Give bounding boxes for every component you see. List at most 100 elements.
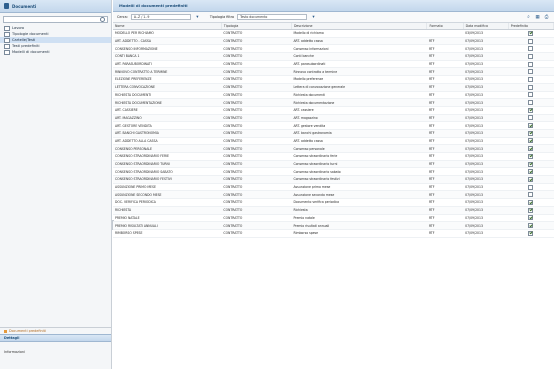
toolbar: Cerca: A..Z / 1..9 ▾ Tipologia filtro Te…	[113, 12, 554, 23]
default-checkbox[interactable]	[528, 123, 534, 129]
table-row[interactable]: CONTI BANCA 1 CONTRATTO Conti banche RTF 07/…	[113, 52, 554, 61]
details-panel-text: Informazioni	[4, 350, 26, 354]
search-icon[interactable]	[100, 17, 105, 22]
table-row[interactable]: CONSENSO INFORMAZIONE CONTRATTO Consenso i…	[113, 44, 554, 54]
default-checkbox[interactable]	[528, 138, 534, 144]
default-checkbox[interactable]	[528, 100, 534, 106]
tree-item-modelli[interactable]: Modelli di documenti	[0, 49, 111, 55]
default-checkbox[interactable]	[528, 115, 534, 121]
table-row[interactable]: ART. MAGAZZINO CONTRATTO ART. magazzino RTF…	[113, 114, 554, 123]
table-row[interactable]: ART. CASSIERE CONTRATTO ART. cassiere RTF 07…	[113, 106, 554, 115]
default-checkbox[interactable]	[528, 107, 534, 113]
cell-default	[508, 229, 554, 238]
default-checkbox[interactable]	[528, 30, 534, 36]
cell-format: RTF	[426, 60, 464, 69]
search-icon[interactable]: ⌕	[525, 14, 532, 20]
cell-description: Lettera di convocazione generale	[291, 83, 427, 92]
search-label: Cerca:	[117, 15, 128, 19]
table-row[interactable]: RINNOVO CONTRATTO A TERMINE CONTRATTO Rinn…	[113, 67, 554, 77]
table-row[interactable]: ART. ADDETTO - CASSA CONTRATTO ART. addett…	[113, 37, 554, 46]
sidebar-search[interactable]	[3, 16, 108, 23]
cell-default	[508, 160, 554, 169]
cell-description: ART. banchi gastronomia	[291, 129, 427, 138]
cell-default	[508, 144, 554, 153]
table-row[interactable]: ART. ADDETTO ALLA CASSA CONTRATTO ART. add…	[113, 137, 554, 146]
default-checkbox[interactable]	[528, 130, 534, 136]
cell-default	[508, 98, 554, 107]
default-checkbox[interactable]	[528, 153, 534, 159]
cell-format: RTF	[426, 67, 464, 77]
default-checkbox[interactable]	[528, 207, 534, 213]
table-row[interactable]: PREMIO NATALE CONTRATTO Premio natale RTF 07…	[113, 214, 554, 223]
cell-name: ASSUNZIONE SECONDO MESE	[113, 190, 222, 200]
cell-date: 07/09/2013	[463, 221, 509, 230]
tree-item-label: Modelli di documenti	[12, 50, 50, 54]
print-icon[interactable]: ⎙	[543, 14, 550, 20]
table-row[interactable]: LETTERA CONVOCAZIONE CONTRATTO Lettera di …	[113, 83, 554, 92]
default-checkbox[interactable]	[528, 61, 534, 67]
cell-default	[508, 44, 554, 54]
table-row[interactable]: CONSENSO STRAORDINARIO TURNI CONTRATTO Con…	[113, 160, 554, 169]
default-checkbox[interactable]	[528, 84, 534, 90]
cell-format: RTF	[426, 98, 464, 107]
sidebar-search-input[interactable]	[7, 17, 87, 22]
cell-type: CONTRATTO	[221, 60, 292, 69]
folder-icon	[4, 31, 10, 37]
default-checkbox[interactable]	[528, 169, 534, 175]
table-row[interactable]: CONSENSO PERSONALE CONTRATTO Consenso pers…	[113, 144, 554, 153]
filter-field[interactable]: Testo documento	[237, 14, 308, 20]
table-row[interactable]: ART. BANCHI GASTRONOMIA CONTRATTO ART. ban…	[113, 129, 554, 138]
default-checkbox[interactable]	[528, 92, 534, 98]
cell-name: CONSENSO STRAORDINARIO FERIE	[113, 152, 222, 161]
table-row[interactable]: MODELLO PER RICHIAMO CONTRATTO Modello di …	[113, 29, 554, 38]
table-row[interactable]: PREMIO RISULTATI ANNUALI CONTRATTO Premio …	[113, 221, 554, 230]
cell-format: RTF	[426, 137, 464, 146]
default-checkbox[interactable]	[528, 192, 534, 198]
cell-default	[508, 152, 554, 161]
default-checkbox[interactable]	[528, 223, 534, 229]
table-row[interactable]: CONSENSO STRAORDINARIO FERIE CONTRATTO Con…	[113, 152, 554, 161]
default-checkbox[interactable]	[528, 46, 534, 52]
table-row[interactable]: CONSENSO STRAORDINARIO SABATO CONTRATTO Co…	[113, 167, 554, 177]
cell-format: RTF	[426, 114, 464, 123]
table-row[interactable]: RICHIESTA DOCUMENTAZIONE CONTRATTO Richies…	[113, 98, 554, 107]
table-row[interactable]: ASSUNZIONE PRIMO MESE CONTRATTO Assunzione…	[113, 183, 554, 192]
table-row[interactable]: DOC. VERIFICA PERIODICA CONTRATTO Document…	[113, 198, 554, 207]
cell-default	[508, 190, 554, 200]
cell-description: Richiesta documentazione	[291, 98, 427, 107]
default-checkbox[interactable]	[528, 53, 534, 59]
sidebar-bottom-link[interactable]: Documenti predefiniti	[0, 327, 111, 334]
table-row[interactable]: RICHIESTA CONTRATTO Richiesta RTF 07/09/2013	[113, 206, 554, 215]
cell-description: ART. addetto cassa	[291, 37, 427, 46]
default-checkbox[interactable]	[528, 184, 534, 190]
table-row[interactable]: RICHIESTA DOCUMENTI CONTRATTO Richiesta do…	[113, 91, 554, 100]
default-checkbox[interactable]	[528, 176, 534, 182]
search-field[interactable]: A..Z / 1..9	[130, 14, 191, 20]
default-checkbox[interactable]	[528, 215, 534, 221]
table-row[interactable]: ELEZIONE PREFERENZE CONTRATTO Modello pref…	[113, 75, 554, 84]
table-row[interactable]: RIMBORSO SPESE CONTRATTO Rimborso spese RTF…	[113, 229, 554, 238]
export-icon[interactable]: ▦	[534, 14, 541, 20]
default-checkbox[interactable]	[528, 230, 534, 236]
cell-default	[508, 52, 554, 61]
table-row[interactable]: ART. PARASUBORDINATI CONTRATTO ART. parasu…	[113, 60, 554, 69]
cell-date: 07/09/2013	[463, 98, 509, 107]
default-checkbox[interactable]	[528, 146, 534, 152]
table-row[interactable]: CONSENSO STRAORDINARIO FESTIVI CONTRATTO C…	[113, 175, 554, 184]
tree-item-label: Testi predefiniti	[12, 44, 40, 48]
cell-name: PREMIO RISULTATI ANNUALI	[113, 221, 222, 230]
table-row[interactable]: ART. GESTORE VENDITA CONTRATTO ART. gestor…	[113, 121, 554, 130]
default-checkbox[interactable]	[528, 161, 534, 167]
default-checkbox[interactable]	[528, 199, 534, 205]
cell-default	[508, 214, 554, 223]
default-checkbox[interactable]	[528, 38, 534, 44]
default-checkbox[interactable]	[528, 76, 534, 82]
cell-name: CONTI BANCA 1	[113, 52, 222, 61]
details-panel-header[interactable]: Dettagli	[0, 334, 111, 342]
cell-name: CONSENSO INFORMAZIONE	[113, 44, 222, 54]
default-checkbox[interactable]	[528, 69, 534, 75]
dropdown-arrow-icon[interactable]: ▾	[310, 14, 317, 20]
dropdown-arrow-icon[interactable]: ▾	[194, 14, 201, 20]
table-row[interactable]: ASSUNZIONE SECONDO MESE CONTRATTO Assunzio…	[113, 190, 554, 200]
cell-description: Consenso straordinario festivi	[291, 175, 427, 184]
